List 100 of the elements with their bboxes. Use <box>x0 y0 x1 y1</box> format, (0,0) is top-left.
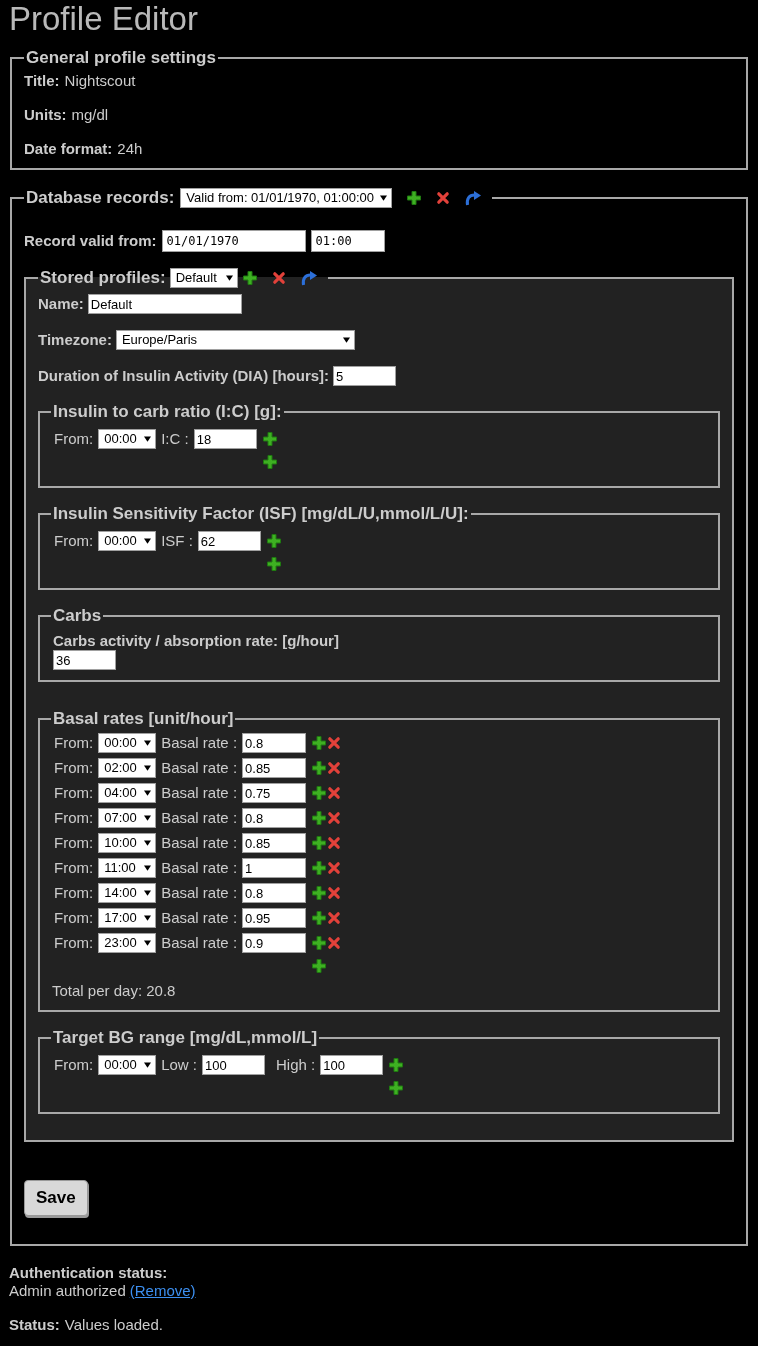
plus-icon[interactable] <box>311 735 328 751</box>
time-select[interactable]: 00:00 <box>98 531 157 551</box>
cross-icon[interactable] <box>327 936 342 950</box>
ic-input[interactable]: 18 <box>193 429 257 449</box>
basal-rate-input[interactable]: 0.85 <box>242 833 307 853</box>
cross-icon[interactable] <box>436 191 450 205</box>
time-select[interactable]: 23:00 <box>98 933 157 953</box>
time-select[interactable]: 07:00 <box>98 808 157 828</box>
basal-rate-label: Basal rate : <box>161 859 238 877</box>
caret-icon <box>144 940 152 946</box>
basal-rate-input[interactable]: 0.8 <box>242 808 307 828</box>
caret-icon <box>342 337 350 343</box>
plus-icon[interactable] <box>261 431 278 447</box>
plus-icon[interactable] <box>311 785 328 801</box>
auth-status-text: Admin authorized <box>9 1282 126 1300</box>
curved-arrow-icon[interactable] <box>464 190 482 206</box>
cross-icon[interactable] <box>271 271 286 285</box>
basal-rate-input[interactable]: 0.8 <box>242 883 307 903</box>
panel-legend: Insulin Sensitivity Factor (ISF) [mg/dL/U,mmol/L/U]: <box>51 504 471 524</box>
time-select[interactable]: 00:00 <box>98 733 157 753</box>
dia-input[interactable]: 5 <box>333 366 397 386</box>
caret-icon <box>144 538 152 544</box>
plus-icon[interactable] <box>388 1057 405 1073</box>
cross-icon[interactable] <box>327 886 342 900</box>
record-select[interactable]: Valid from: 01/01/1970, 01:00:00 <box>180 188 392 208</box>
caret-icon <box>144 765 152 771</box>
basal-rate-input[interactable]: 0.85 <box>242 758 307 778</box>
curved-arrow-icon[interactable] <box>299 270 318 286</box>
panel-legend: Insulin to carb ratio (I:C) [g]: <box>51 402 284 422</box>
cross-icon[interactable] <box>327 736 342 750</box>
basal-rate-label: Basal rate : <box>161 734 238 752</box>
cross-icon[interactable] <box>327 836 342 850</box>
low-input[interactable]: 100 <box>202 1055 266 1075</box>
caret-icon <box>144 865 152 871</box>
status-text: Values loaded. <box>64 1316 163 1334</box>
time-select[interactable]: 10:00 <box>98 833 157 853</box>
plus-icon[interactable] <box>311 760 328 776</box>
low-label: Low : <box>161 1056 198 1074</box>
field-value: Nightscout <box>64 72 136 90</box>
basal-rate-input[interactable]: 0.8 <box>242 733 307 753</box>
time-select[interactable]: 11:00 <box>98 858 157 878</box>
plus-icon[interactable] <box>241 270 258 286</box>
basal-rate-input[interactable]: 0.95 <box>242 908 307 928</box>
field-label: Carbs activity / absorption rate: [g/hour] <box>53 632 340 650</box>
profile-select[interactable]: Default <box>169 268 238 288</box>
basal-rate-input[interactable]: 0.9 <box>242 933 307 953</box>
field-label: Date format: <box>24 140 113 158</box>
save-button[interactable]: Save <box>24 1180 88 1216</box>
cross-icon[interactable] <box>327 861 342 875</box>
cross-icon[interactable] <box>327 811 342 825</box>
timezone-select[interactable]: Europe/Paris <box>115 330 355 350</box>
plus-icon[interactable] <box>311 810 328 826</box>
remove-link[interactable]: (Remove) <box>129 1282 196 1300</box>
from-label: From: <box>54 809 94 827</box>
cross-icon[interactable] <box>327 761 342 775</box>
time-select[interactable]: 02:00 <box>98 758 157 778</box>
plus-icon[interactable] <box>265 533 282 549</box>
caret-icon <box>144 740 152 746</box>
time-select[interactable]: 00:00 <box>98 429 157 449</box>
time-select[interactable]: 00:00 <box>98 1055 157 1075</box>
cross-icon[interactable] <box>327 786 342 800</box>
caret-icon <box>144 915 152 921</box>
name-input[interactable]: Default <box>87 294 242 314</box>
from-label: From: <box>54 759 94 777</box>
basal-rate-input[interactable]: 1 <box>242 858 307 878</box>
plus-icon[interactable] <box>311 860 328 876</box>
plus-icon[interactable] <box>311 835 328 851</box>
carbs-rate-input[interactable]: 36 <box>53 650 116 670</box>
ic-label: I:C : <box>161 430 189 448</box>
date-input[interactable]: 01/01/1970 <box>161 230 306 252</box>
panel-legend: Carbs <box>51 606 104 626</box>
isf-input[interactable]: 62 <box>197 531 261 551</box>
basal-rate-label: Basal rate : <box>161 909 238 927</box>
field-label: Record valid from: <box>24 232 157 250</box>
time-select[interactable]: 04:00 <box>98 783 157 803</box>
basal-rate-label: Basal rate : <box>161 809 238 827</box>
caret-icon <box>380 195 387 201</box>
caret-icon <box>144 1062 152 1068</box>
caret-icon <box>144 815 152 821</box>
plus-icon[interactable] <box>388 1080 405 1096</box>
high-input[interactable]: 100 <box>320 1055 384 1075</box>
plus-icon[interactable] <box>265 556 282 572</box>
cross-icon[interactable] <box>327 911 342 925</box>
time-select[interactable]: 14:00 <box>98 883 157 903</box>
time-select[interactable]: 17:00 <box>98 908 157 928</box>
plus-icon[interactable] <box>311 935 328 951</box>
basal-rate-input[interactable]: 0.75 <box>242 783 307 803</box>
basal-rate-label: Basal rate : <box>161 834 238 852</box>
time-input[interactable]: 01:00 <box>310 230 385 252</box>
from-label: From: <box>54 934 94 952</box>
panel-legend: Target BG range [mg/dL,mmol/L] <box>51 1028 320 1048</box>
plus-icon[interactable] <box>311 885 328 901</box>
basal-rate-label: Basal rate : <box>161 784 238 802</box>
basal-rate-label: Basal rate : <box>161 884 238 902</box>
plus-icon[interactable] <box>311 910 328 926</box>
plus-icon[interactable] <box>311 958 328 974</box>
plus-icon[interactable] <box>406 190 422 206</box>
high-label: High : <box>276 1056 316 1074</box>
field-label: Title: <box>24 72 60 90</box>
plus-icon[interactable] <box>261 454 278 470</box>
